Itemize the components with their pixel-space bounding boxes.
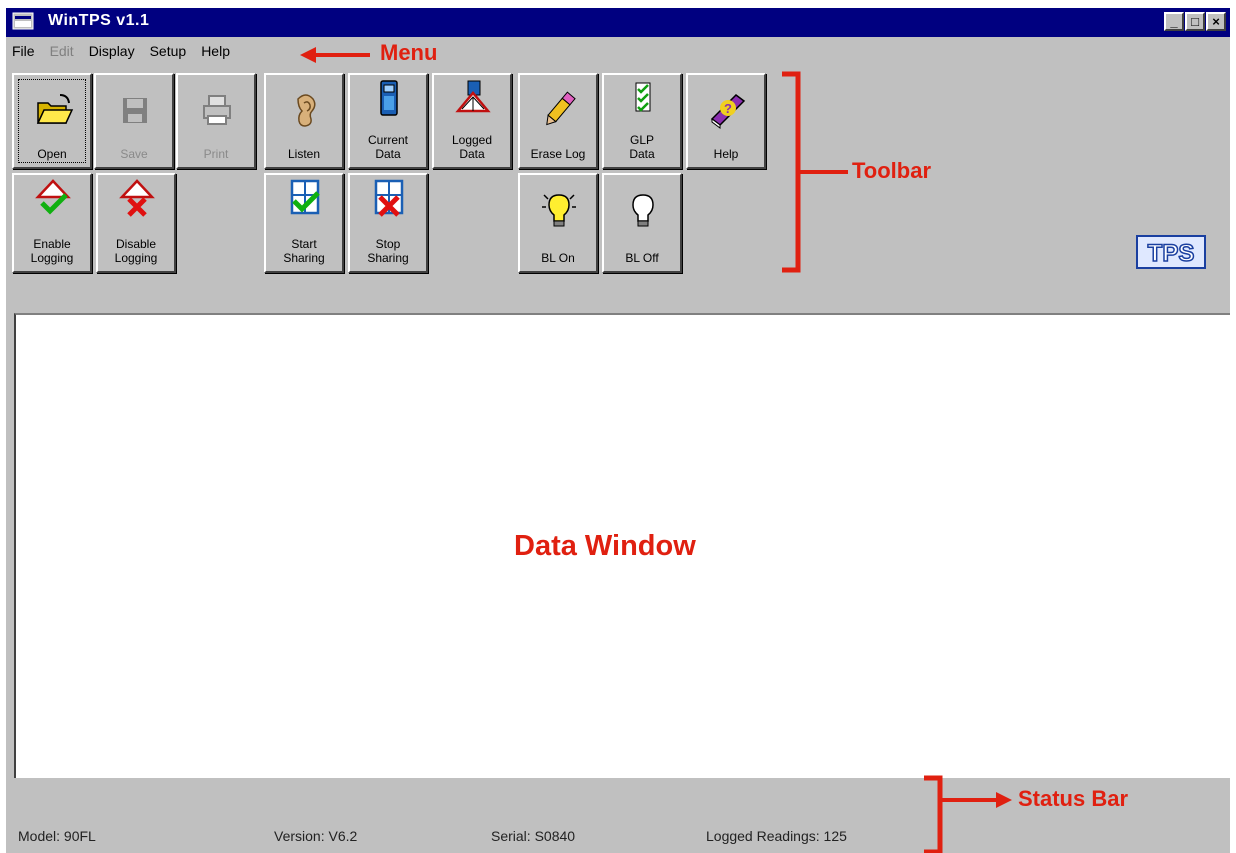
status-arrow-head [996,792,1012,808]
menu-annotation: Menu [380,40,438,65]
menu-arrow-head [300,47,316,63]
data-window-annotation: Data Window [514,530,696,562]
toolbar-annotation: Toolbar [852,158,932,183]
annotation-overlay [300,47,1012,853]
status-bar-bracket [924,775,943,853]
status-bar-annotation: Status Bar [1018,786,1129,811]
toolbar-bracket [782,71,801,273]
